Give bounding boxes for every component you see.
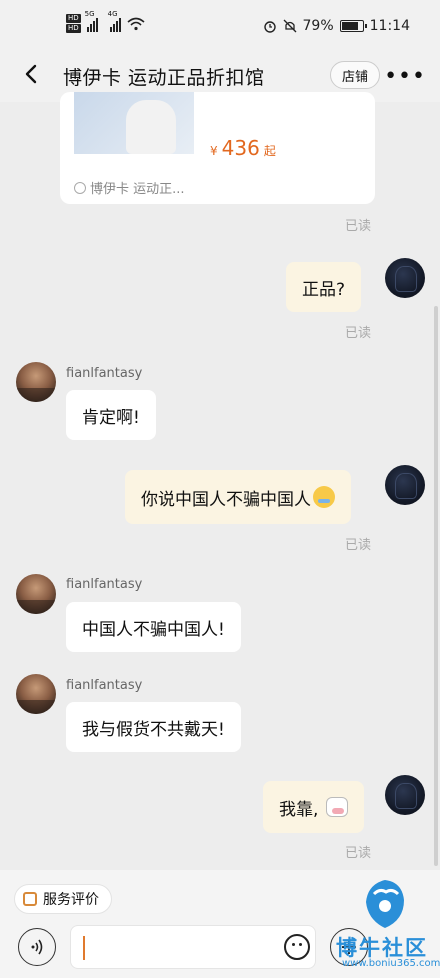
- battery-icon: [339, 20, 367, 32]
- seller-username: fianlfantasy: [66, 577, 143, 592]
- read-receipt: 已读: [345, 846, 372, 861]
- read-receipt: 已读: [345, 326, 372, 341]
- my-avatar[interactable]: [385, 775, 425, 815]
- message-input[interactable]: [70, 925, 316, 969]
- net-label-2: 4G: [107, 9, 118, 18]
- service-rating-icon: [23, 892, 37, 906]
- signal-5g-icon: 5G: [85, 10, 98, 32]
- voice-input-button[interactable]: [18, 928, 56, 966]
- message-bubble-other[interactable]: 我与假货不共戴天!: [66, 702, 241, 752]
- mute-bell-icon: [283, 19, 296, 33]
- status-right: 79% 11:14: [263, 18, 410, 34]
- message-bubble-other[interactable]: 中国人不骗中国人!: [66, 602, 241, 652]
- price-value: 436: [221, 136, 260, 160]
- seller-avatar[interactable]: [16, 362, 56, 402]
- service-rating-label: 服务评价: [43, 892, 99, 908]
- status-bar: HD HD 5G 4G 79% 11:14: [0, 0, 440, 50]
- alarm-icon: [263, 21, 276, 33]
- battery-percent: 79%: [302, 18, 334, 34]
- product-title-cut: [210, 96, 214, 110]
- shop-button[interactable]: 店铺: [330, 61, 380, 89]
- product-image: [74, 92, 194, 154]
- seller-username: fianlfantasy: [66, 366, 143, 381]
- chat-title: 博伊卡 运动正品折扣馆: [63, 67, 265, 89]
- hd-badge-1: HD: [66, 14, 81, 23]
- seller-username: fianlfantasy: [66, 678, 143, 693]
- voice-wave-icon: [31, 939, 43, 955]
- more-icon[interactable]: •••: [384, 64, 426, 89]
- my-avatar[interactable]: [385, 258, 425, 298]
- clock: 11:14: [369, 18, 410, 34]
- product-price: ¥436 起: [210, 136, 276, 160]
- hd-badges: HD HD: [66, 14, 81, 33]
- text-caret: [83, 936, 85, 960]
- crying-face-icon: [313, 486, 335, 508]
- net-label-1: 5G: [84, 9, 95, 18]
- message-text: 我靠,: [279, 799, 319, 820]
- product-shop-name: 博伊卡 运动正...: [90, 182, 185, 197]
- read-receipt: 已读: [345, 219, 372, 234]
- scrollbar[interactable]: [434, 306, 438, 866]
- price-currency: ¥: [210, 144, 218, 158]
- emoji-picker-icon[interactable]: [284, 934, 310, 960]
- price-suffix: 起: [263, 144, 276, 158]
- watermark-bull-logo: [366, 880, 404, 928]
- wifi-icon: [127, 17, 145, 30]
- my-avatar[interactable]: [385, 465, 425, 505]
- product-card[interactable]: ¥436 起 博伊卡 运动正...: [60, 92, 375, 204]
- shop-icon: [74, 181, 86, 194]
- seller-avatar[interactable]: [16, 674, 56, 714]
- product-shop-line: 博伊卡 运动正...: [74, 178, 185, 197]
- message-bubble-mine[interactable]: 正品?: [286, 262, 362, 312]
- watermark-url: www.boniu365.com: [342, 958, 440, 969]
- signal-group: HD HD 5G 4G: [66, 10, 145, 33]
- read-receipt: 已读: [345, 538, 372, 553]
- message-bubble-mine[interactable]: 你说中国人不骗中国人: [125, 470, 351, 524]
- message-bubble-mine[interactable]: 我靠,: [263, 781, 365, 833]
- cow-face-icon: [326, 797, 349, 817]
- seller-avatar[interactable]: [16, 574, 56, 614]
- hd-badge-2: HD: [66, 24, 81, 33]
- message-text: 你说中国人不骗中国人: [141, 489, 311, 510]
- signal-4g-icon: 4G: [108, 10, 121, 32]
- message-bubble-other[interactable]: 肯定啊!: [66, 390, 156, 440]
- back-arrow-icon[interactable]: [20, 62, 44, 86]
- service-rating-button[interactable]: 服务评价: [14, 884, 112, 914]
